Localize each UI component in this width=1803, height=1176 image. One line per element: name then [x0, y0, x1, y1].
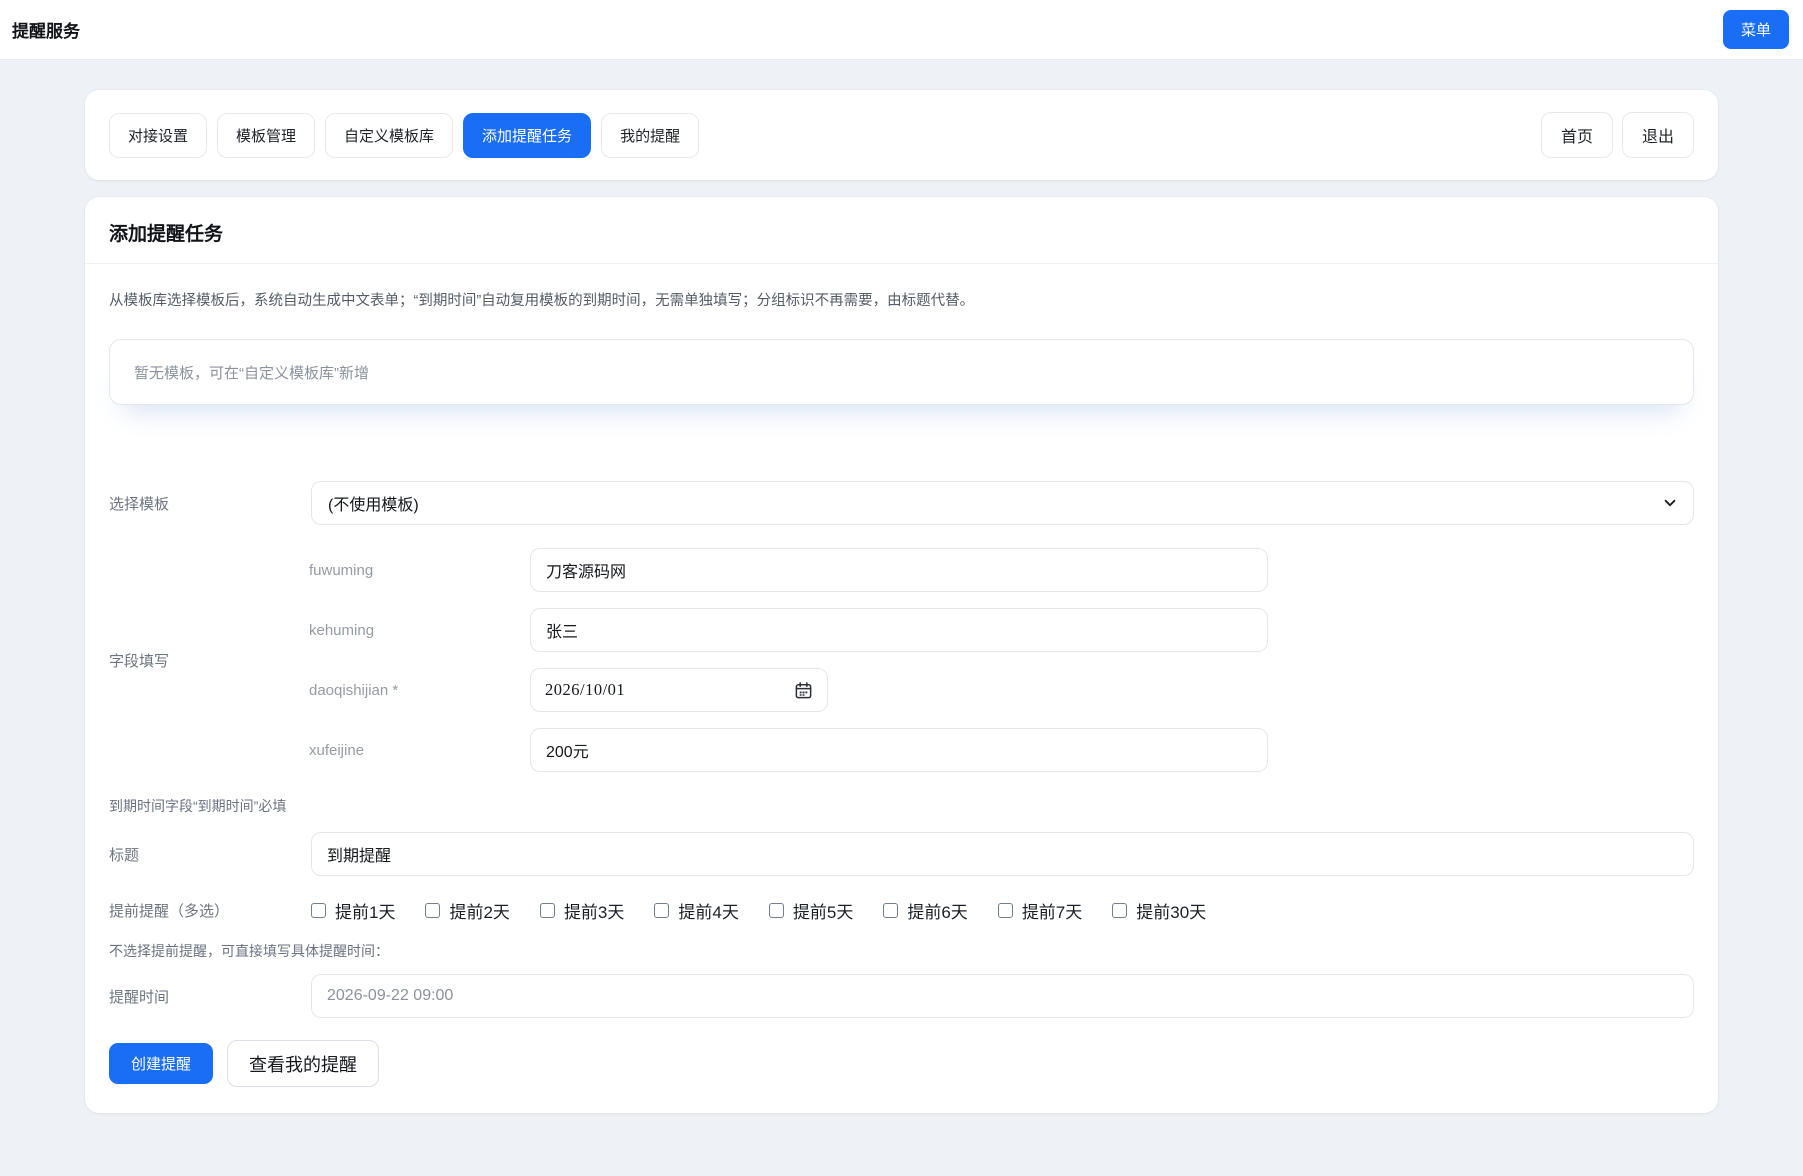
- advance-option-5d[interactable]: 提前5天: [768, 898, 854, 923]
- field-row-xufeijine: xufeijine: [309, 728, 1694, 772]
- advance-reminder-label: 提前提醒（多选）: [109, 903, 230, 920]
- tab-template-management[interactable]: 模板管理: [217, 112, 316, 158]
- remind-time-label: 提醒时间: [109, 988, 170, 1006]
- advance-option-2d[interactable]: 提前2天: [425, 898, 510, 923]
- advance-checkbox-4d[interactable]: [654, 903, 670, 918]
- template-select-label: 选择模板: [109, 495, 170, 513]
- logout-button[interactable]: 退出: [1621, 112, 1694, 158]
- field-row-kehuming: kehuming: [309, 608, 1694, 652]
- advance-option-4d[interactable]: 提前4天: [654, 898, 739, 923]
- advance-checkbox-1d[interactable]: [311, 903, 326, 918]
- nav-tabs: 对接设置 模板管理 自定义模板库 添加提醒任务 我的提醒: [109, 112, 700, 158]
- panel-header: 添加提醒任务: [85, 197, 1718, 264]
- remind-time-input[interactable]: [311, 974, 1694, 1018]
- date-value: 2026/10/01: [545, 680, 626, 699]
- tab-integration-settings[interactable]: 对接设置: [109, 112, 208, 158]
- template-select[interactable]: (不使用模板): [311, 481, 1694, 525]
- nav-card: 对接设置 模板管理 自定义模板库 添加提醒任务 我的提醒 首页 退出: [85, 90, 1718, 180]
- fuwuming-input[interactable]: [530, 548, 1268, 592]
- due-time-note: 到期时间字段“到期时间”必填: [109, 798, 287, 814]
- advance-option-6d[interactable]: 提前6天: [883, 898, 968, 923]
- field-row-daoqishijian: daoqishijian * 2026/10/01: [309, 668, 1694, 712]
- tab-my-reminders[interactable]: 我的提醒: [601, 112, 700, 158]
- field-label: daoqishijian *: [309, 681, 399, 699]
- home-button[interactable]: 首页: [1540, 112, 1613, 158]
- top-bar: 提醒服务 菜单: [0, 0, 1803, 60]
- nav-right-actions: 首页 退出: [1540, 112, 1694, 158]
- advance-reminder-row: 提前提醒（多选） 提前1天 提前2天 提前3天 提前4天 提前5天 提前6天 提…: [109, 898, 1694, 923]
- daoqishijian-date-input[interactable]: 2026/10/01: [530, 668, 828, 712]
- remind-time-row: 提醒时间: [109, 974, 1694, 1018]
- calendar-icon[interactable]: [794, 681, 813, 700]
- tab-custom-template-library[interactable]: 自定义模板库: [325, 112, 454, 158]
- advance-checkbox-7d[interactable]: [997, 903, 1013, 918]
- advance-checkbox-3d[interactable]: [539, 903, 555, 918]
- advance-option-label: 提前1天: [335, 903, 396, 922]
- field-label: xufeijine: [309, 741, 365, 759]
- fields-group-label: 字段填写: [109, 652, 170, 670]
- field-label: fuwuming: [309, 561, 374, 579]
- advance-option-label: 提前30天: [1136, 903, 1207, 922]
- advance-checkbox-6d[interactable]: [883, 903, 899, 918]
- template-select-row: 选择模板 (不使用模板): [109, 481, 1694, 525]
- panel-description: 从模板库选择模板后，系统自动生成中文表单；“到期时间”自动复用模板的到期时间，无…: [109, 293, 975, 309]
- title-label: 标题: [109, 846, 140, 864]
- advance-checkbox-5d[interactable]: [768, 903, 784, 918]
- view-my-reminders-button[interactable]: 查看我的提醒: [227, 1040, 380, 1087]
- empty-template-notice: 暂无模板，可在“自定义模板库”新增: [109, 339, 1694, 405]
- advance-option-label: 提前7天: [1021, 903, 1083, 922]
- xufeijine-input[interactable]: [530, 728, 1268, 772]
- field-row-fuwuming: fuwuming: [309, 548, 1694, 592]
- panel-title: 添加提醒任务: [109, 224, 224, 245]
- tab-add-reminder-task[interactable]: 添加提醒任务: [463, 112, 592, 158]
- fields-group: 字段填写 fuwuming kehuming daoqishijian * 20…: [109, 548, 1694, 772]
- advance-option-label: 提前5天: [792, 903, 854, 922]
- advance-option-1d[interactable]: 提前1天: [311, 898, 395, 923]
- field-label: kehuming: [309, 621, 375, 639]
- advance-option-label: 提前2天: [449, 903, 510, 922]
- create-reminder-button[interactable]: 创建提醒: [109, 1043, 214, 1084]
- advance-option-30d[interactable]: 提前30天: [1112, 898, 1206, 923]
- advance-checkbox-2d[interactable]: [425, 903, 441, 918]
- advance-option-label: 提前6天: [907, 903, 968, 922]
- advance-option-label: 提前3天: [563, 903, 625, 922]
- advance-option-3d[interactable]: 提前3天: [539, 898, 625, 923]
- title-row: 标题: [109, 832, 1694, 876]
- chevron-down-icon: [1664, 499, 1676, 507]
- page-content: 对接设置 模板管理 自定义模板库 添加提醒任务 我的提醒 首页 退出 添加提醒任…: [0, 60, 1803, 1113]
- advance-option-label: 提前4天: [678, 903, 739, 922]
- advance-option-7d[interactable]: 提前7天: [997, 898, 1083, 923]
- advance-reminder-options: 提前1天 提前2天 提前3天 提前4天 提前5天 提前6天 提前7天 提前30天: [311, 898, 1694, 923]
- app-title: 提醒服务: [12, 22, 80, 41]
- kehuming-input[interactable]: [530, 608, 1268, 652]
- custom-time-note: 不选择提前提醒，可直接填写具体提醒时间：: [109, 943, 389, 959]
- template-select-value: (不使用模板): [328, 497, 419, 514]
- advance-checkbox-30d[interactable]: [1112, 903, 1128, 918]
- title-input[interactable]: [311, 832, 1694, 876]
- add-reminder-panel: 添加提醒任务 从模板库选择模板后，系统自动生成中文表单；“到期时间”自动复用模板…: [85, 197, 1718, 1113]
- menu-button[interactable]: 菜单: [1722, 10, 1789, 49]
- form-actions: 创建提醒 查看我的提醒: [109, 1040, 1694, 1087]
